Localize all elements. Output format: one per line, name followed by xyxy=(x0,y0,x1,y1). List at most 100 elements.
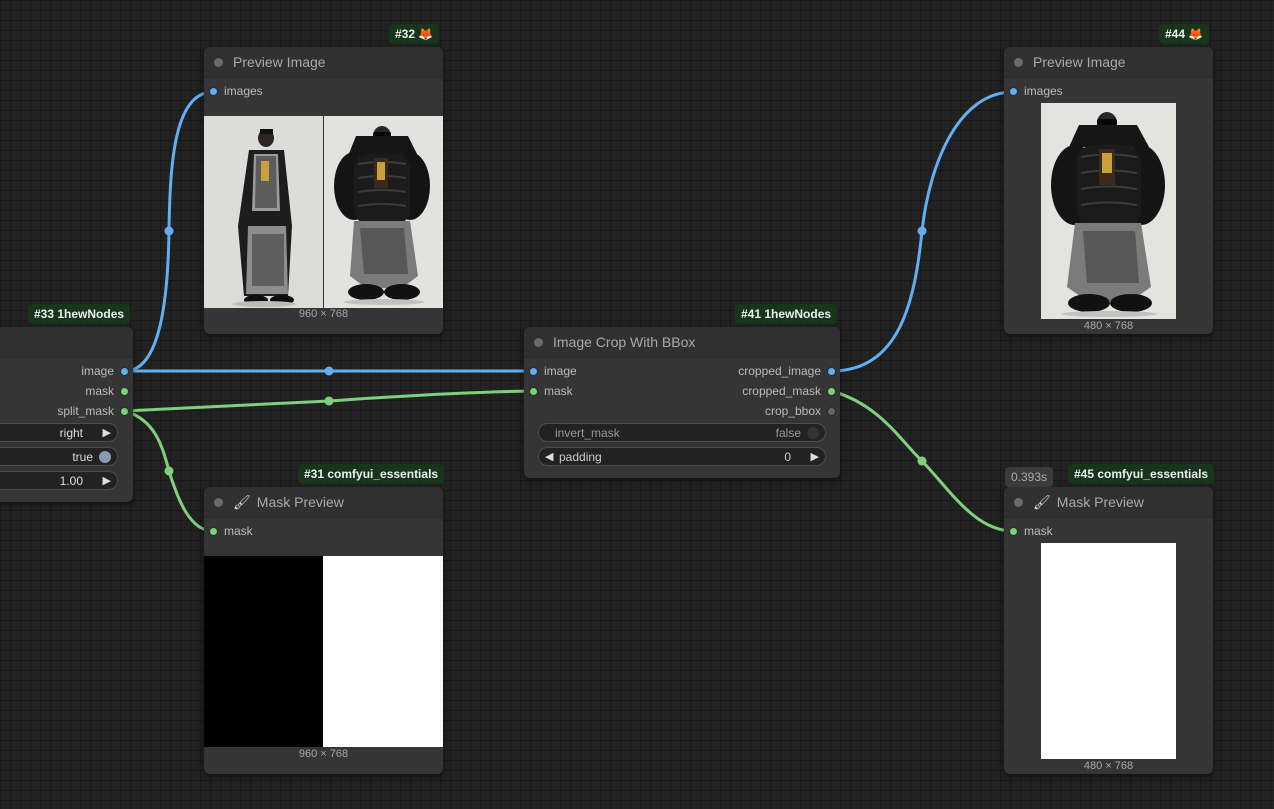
padding-number-widget[interactable]: ◀ padding 0 ▶ xyxy=(538,447,826,466)
direction-combo[interactable]: right ▶ xyxy=(0,423,118,442)
input-dot[interactable] xyxy=(210,87,217,95)
execution-time-badge: 0.393s xyxy=(1005,467,1054,487)
fashion-photo-cropped-image xyxy=(1041,103,1176,319)
slot-label: cropped_mask xyxy=(742,384,821,398)
fox-icon: 🦊 xyxy=(1188,27,1204,41)
output-split-mask[interactable]: split_mask xyxy=(57,401,128,421)
node-title-bar[interactable] xyxy=(0,327,133,358)
node-title-bar[interactable]: Preview Image xyxy=(1004,47,1213,78)
node-title: Preview Image xyxy=(1033,54,1126,70)
node-title-bar[interactable]: Preview Image xyxy=(204,47,443,78)
image-dimensions: 960 × 768 xyxy=(298,748,349,760)
mask-preview-image[interactable] xyxy=(1041,543,1176,759)
node-33[interactable]: image mask split_mask right ▶ true 1.00 … xyxy=(0,327,133,502)
wire-midpoint[interactable] xyxy=(324,366,334,376)
node-title: Preview Image xyxy=(233,54,326,70)
input-mask[interactable]: mask xyxy=(210,521,253,541)
widget-label: padding xyxy=(559,449,602,464)
input-images[interactable]: images xyxy=(1010,81,1063,101)
toggle-knob-icon[interactable] xyxy=(99,450,111,463)
slot-label: image xyxy=(544,364,577,378)
collapse-dot-icon[interactable] xyxy=(534,337,543,347)
wire-midpoint[interactable] xyxy=(164,466,174,476)
output-dot[interactable] xyxy=(121,367,128,375)
input-dot[interactable] xyxy=(530,367,537,375)
node-title: Mask Preview xyxy=(256,494,344,510)
output-cropped-image[interactable]: cropped_image xyxy=(738,361,835,381)
wire-midpoint[interactable] xyxy=(164,226,174,236)
node-31-mask-preview[interactable]: 🖌 Mask Preview mask 960 × 768 xyxy=(204,487,443,774)
widget-label: invert_mask xyxy=(555,425,620,440)
input-images[interactable]: images xyxy=(210,81,263,101)
node-45-mask-preview[interactable]: 🖌 Mask Preview mask 480 × 768 xyxy=(1004,487,1213,774)
node-badge: #33 1hewNodes xyxy=(28,304,131,324)
node-badge: #45 comfyui_essentials xyxy=(1068,464,1215,484)
collapse-dot-icon[interactable] xyxy=(214,57,223,67)
badge-label: #32 xyxy=(395,27,416,41)
output-dot[interactable] xyxy=(828,367,835,375)
invert-mask-toggle[interactable]: invert_mask false xyxy=(538,423,826,442)
node-32-preview-image[interactable]: Preview Image images 960 × 768 xyxy=(204,47,443,334)
slot-label: mask xyxy=(85,384,114,398)
boolean-toggle[interactable]: true xyxy=(0,447,118,466)
wire-image-to-preview32[interactable] xyxy=(123,90,215,373)
output-mask[interactable]: mask xyxy=(85,381,128,401)
toggle-knob-icon[interactable] xyxy=(807,426,819,439)
input-image[interactable]: image xyxy=(530,361,577,381)
output-dot[interactable] xyxy=(121,407,128,415)
output-dot[interactable] xyxy=(121,387,128,395)
wire-midpoint[interactable] xyxy=(324,396,334,406)
collapse-dot-icon[interactable] xyxy=(1014,497,1023,507)
input-dot[interactable] xyxy=(530,387,537,395)
wire-cropped-mask-to-maskpreview45[interactable] xyxy=(830,389,1015,533)
mask-preview-image[interactable] xyxy=(204,556,443,747)
wire-split-mask-to-crop[interactable] xyxy=(123,389,535,413)
node-title-bar[interactable]: Image Crop With BBox xyxy=(524,327,840,358)
wire-cropped-image-to-preview44[interactable] xyxy=(830,90,1015,373)
node-title: Image Crop With BBox xyxy=(553,334,696,350)
slot-label: images xyxy=(1024,84,1063,98)
right-arrow-icon[interactable]: ▶ xyxy=(103,474,111,487)
fashion-photo-pair-image xyxy=(204,116,443,308)
output-dot[interactable] xyxy=(828,387,835,395)
slot-label: mask xyxy=(224,524,253,538)
input-dot[interactable] xyxy=(1010,87,1017,95)
node-41-image-crop-with-bbox[interactable]: Image Crop With BBox image mask cropped_… xyxy=(524,327,840,478)
number-widget[interactable]: 1.00 ▶ xyxy=(0,471,118,490)
output-dot[interactable] xyxy=(828,407,835,415)
collapse-dot-icon[interactable] xyxy=(214,497,223,507)
input-dot[interactable] xyxy=(210,527,217,535)
wire-midpoint[interactable] xyxy=(917,456,927,466)
output-image[interactable]: image xyxy=(81,361,128,381)
input-mask[interactable]: mask xyxy=(530,381,573,401)
preview-image[interactable] xyxy=(1041,103,1176,319)
slot-label: split_mask xyxy=(57,404,114,418)
widget-value: false xyxy=(775,425,801,440)
output-cropped-mask[interactable]: cropped_mask xyxy=(742,381,835,401)
output-crop-bbox[interactable]: crop_bbox xyxy=(765,401,835,421)
mask-black-region xyxy=(204,556,323,747)
wire-midpoint[interactable] xyxy=(917,226,927,236)
preview-image[interactable] xyxy=(204,116,443,308)
fox-icon: 🦊 xyxy=(418,27,434,41)
brush-icon: 🖌 xyxy=(233,493,251,510)
input-dot[interactable] xyxy=(1010,527,1017,535)
image-dimensions: 480 × 768 xyxy=(1083,760,1134,772)
slot-label: images xyxy=(224,84,263,98)
node-title-bar[interactable]: 🖌 Mask Preview xyxy=(1004,487,1213,518)
right-arrow-icon[interactable]: ▶ xyxy=(811,450,819,463)
widget-value: 0 xyxy=(784,449,791,464)
node-44-preview-image[interactable]: Preview Image images 480 × 768 xyxy=(1004,47,1213,334)
node-title: Mask Preview xyxy=(1056,494,1144,510)
input-mask[interactable]: mask xyxy=(1010,521,1053,541)
wire-split-mask-to-maskpreview31[interactable] xyxy=(123,409,215,533)
node-badge: #31 comfyui_essentials xyxy=(298,464,445,484)
slot-label: crop_bbox xyxy=(764,404,821,418)
collapse-dot-icon[interactable] xyxy=(1014,57,1023,67)
node-title-bar[interactable]: 🖌 Mask Preview xyxy=(204,487,443,518)
right-arrow-icon[interactable]: ▶ xyxy=(103,426,111,439)
mask-white-region xyxy=(323,556,443,747)
slot-label: mask xyxy=(544,384,573,398)
left-arrow-icon[interactable]: ◀ xyxy=(545,450,553,463)
node-badge: #44 🦊 xyxy=(1159,24,1210,44)
